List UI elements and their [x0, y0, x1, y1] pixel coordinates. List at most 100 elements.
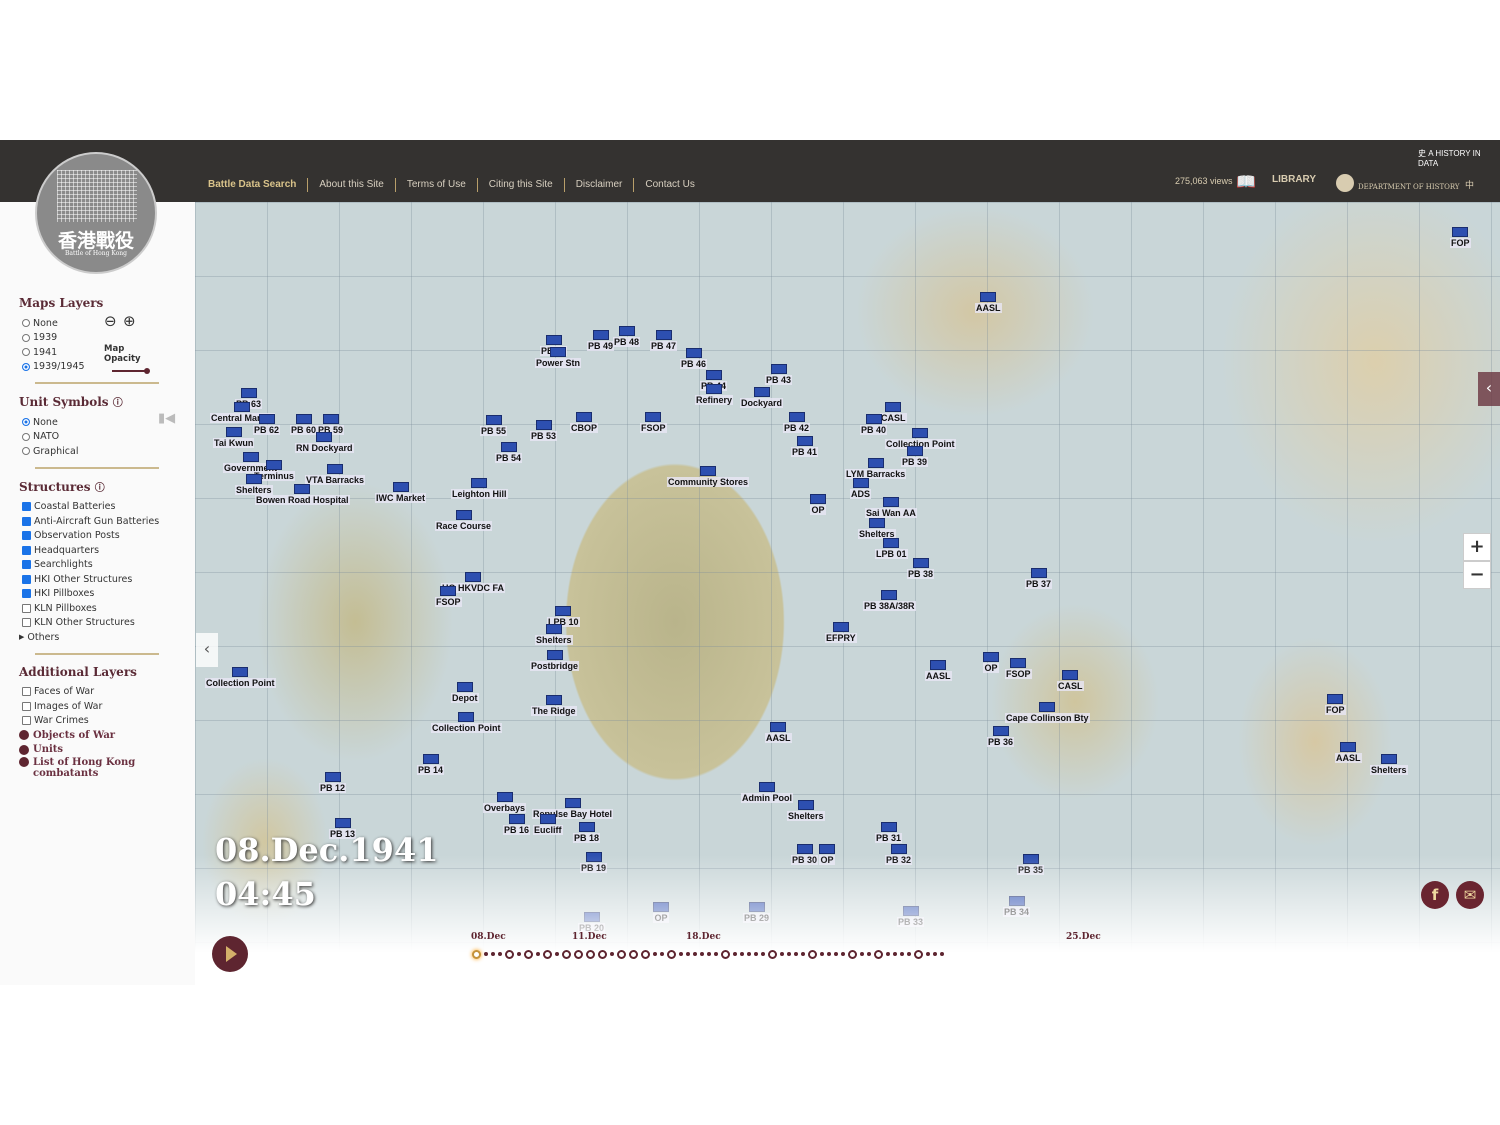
- map-marker[interactable]: The Ridge: [531, 695, 577, 716]
- map-marker[interactable]: PB 38A/38R: [863, 590, 916, 611]
- additional-link[interactable]: Objects of War: [19, 728, 195, 743]
- others-toggle[interactable]: ▶ Others: [19, 630, 195, 645]
- timeline-step[interactable]: [679, 952, 683, 956]
- map-marker[interactable]: PB 16: [503, 814, 531, 835]
- map-marker[interactable]: AASL: [765, 722, 792, 743]
- history-in-data-logo[interactable]: 史 A HISTORY IN DATA: [1418, 148, 1500, 168]
- checkbox[interactable]: [22, 560, 31, 570]
- checkbox[interactable]: [22, 701, 31, 711]
- radio[interactable]: [22, 418, 30, 427]
- nav-contact[interactable]: Contact Us: [633, 178, 705, 192]
- timeline-step[interactable]: [761, 952, 765, 956]
- map-marker[interactable]: Leighton Hill: [451, 478, 508, 499]
- timeline-step[interactable]: [693, 952, 697, 956]
- timeline-step[interactable]: [893, 952, 897, 956]
- timeline-day-marker[interactable]: [472, 949, 481, 959]
- timeline-day-marker[interactable]: [586, 949, 595, 959]
- map-marker[interactable]: Power Stn: [535, 347, 582, 368]
- map-layer-option[interactable]: 1939: [22, 331, 195, 346]
- timeline[interactable]: [472, 948, 944, 960]
- map-marker[interactable]: Shelters: [787, 800, 825, 821]
- map-opacity-slider[interactable]: [112, 368, 150, 374]
- timeline-step[interactable]: [841, 952, 845, 956]
- map-marker[interactable]: Dockyard: [740, 387, 784, 408]
- timeline-day-marker[interactable]: [505, 949, 514, 959]
- timeline-step[interactable]: [517, 952, 521, 956]
- map-marker[interactable]: Collection Point: [431, 712, 502, 733]
- timeline-step[interactable]: [907, 952, 911, 956]
- collapse-sidebar-button[interactable]: ‹: [196, 633, 218, 667]
- nav-disclaimer[interactable]: Disclaimer: [563, 178, 634, 192]
- timeline-step[interactable]: [686, 952, 690, 956]
- info-icon[interactable]: ⓘ: [113, 398, 123, 409]
- map-marker[interactable]: CASL: [1057, 670, 1084, 691]
- map-marker[interactable]: Sai Wan AA: [865, 497, 917, 518]
- timeline-day-marker[interactable]: [808, 949, 817, 959]
- timeline-day-marker[interactable]: [874, 949, 883, 959]
- map-marker[interactable]: PB 46: [680, 348, 708, 369]
- timeline-step[interactable]: [660, 952, 664, 956]
- radio[interactable]: [22, 319, 30, 328]
- timeline-step[interactable]: [754, 952, 758, 956]
- timeline-day-marker[interactable]: [768, 949, 777, 959]
- map-marker[interactable]: PB 37: [1025, 568, 1053, 589]
- zoom-out-icon[interactable]: ⊖: [104, 312, 117, 330]
- email-icon[interactable]: ✉: [1456, 881, 1484, 909]
- facebook-icon[interactable]: f: [1421, 881, 1449, 909]
- timeline-step[interactable]: [827, 952, 831, 956]
- timeline-step[interactable]: [484, 952, 488, 956]
- additional-link[interactable]: List of Hong Kong combatants: [19, 757, 139, 779]
- map-marker[interactable]: OP: [810, 494, 826, 515]
- nav-terms[interactable]: Terms of Use: [394, 178, 477, 192]
- map-marker[interactable]: OP: [983, 652, 999, 673]
- timeline-step[interactable]: [926, 952, 930, 956]
- structure-checkbox[interactable]: Coastal Batteries: [22, 500, 195, 515]
- map-marker[interactable]: Cape Collinson Bty: [1005, 702, 1090, 723]
- map-marker[interactable]: PB 49: [587, 330, 615, 351]
- map-marker[interactable]: Community Stores: [667, 466, 750, 487]
- timeline-day-marker[interactable]: [543, 949, 552, 959]
- checkbox[interactable]: [22, 687, 31, 697]
- map-marker[interactable]: AASL: [1335, 742, 1362, 763]
- nav-citing[interactable]: Citing this Site: [476, 178, 564, 192]
- map-marker[interactable]: Postbridge: [530, 650, 580, 671]
- checkbox[interactable]: [22, 716, 31, 726]
- nav-battle-data-search[interactable]: Battle Data Search: [208, 178, 307, 192]
- map-marker[interactable]: PB 53: [530, 420, 558, 441]
- additional-link[interactable]: Units: [19, 743, 195, 758]
- slider-handle[interactable]: [144, 368, 150, 374]
- map-marker[interactable]: FOP: [1450, 227, 1471, 248]
- map-marker[interactable]: AASL: [925, 660, 952, 681]
- timeline-step[interactable]: [867, 952, 871, 956]
- timeline-step[interactable]: [653, 952, 657, 956]
- timeline-step[interactable]: [700, 952, 704, 956]
- timeline-step[interactable]: [610, 952, 614, 956]
- map-marker[interactable]: FOP: [1325, 694, 1346, 715]
- timeline-step[interactable]: [733, 952, 737, 956]
- timeline-step[interactable]: [555, 952, 559, 956]
- timeline-step[interactable]: [707, 952, 711, 956]
- timeline-step[interactable]: [740, 952, 744, 956]
- map-marker[interactable]: PB 38: [907, 558, 935, 579]
- checkbox[interactable]: [22, 516, 31, 526]
- checkbox[interactable]: [22, 589, 31, 599]
- structure-checkbox[interactable]: Anti-Aircraft Gun Batteries: [22, 514, 195, 529]
- info-icon[interactable]: ⓘ: [95, 483, 105, 494]
- timeline-day-marker[interactable]: [524, 949, 533, 959]
- map-marker[interactable]: PB 36: [987, 726, 1015, 747]
- map-marker[interactable]: LPB 01: [875, 538, 908, 559]
- department-logo[interactable]: DEPARTMENT OF HISTORY: [1358, 183, 1460, 191]
- map-marker[interactable]: PB 55: [480, 415, 508, 436]
- radio[interactable]: [22, 362, 30, 371]
- checkbox[interactable]: [22, 618, 31, 628]
- timeline-step[interactable]: [886, 952, 890, 956]
- map-marker[interactable]: PB 31: [875, 822, 903, 843]
- layer-checkbox[interactable]: Faces of War: [22, 685, 195, 700]
- map-marker[interactable]: Eucliff: [533, 814, 563, 835]
- timeline-step[interactable]: [714, 952, 718, 956]
- structure-checkbox[interactable]: Observation Posts: [22, 529, 195, 544]
- map-marker[interactable]: FSOP: [1005, 658, 1032, 679]
- map-marker[interactable]: IWC Market: [375, 482, 427, 503]
- radio[interactable]: [22, 348, 30, 357]
- structure-checkbox[interactable]: Searchlights: [22, 558, 195, 573]
